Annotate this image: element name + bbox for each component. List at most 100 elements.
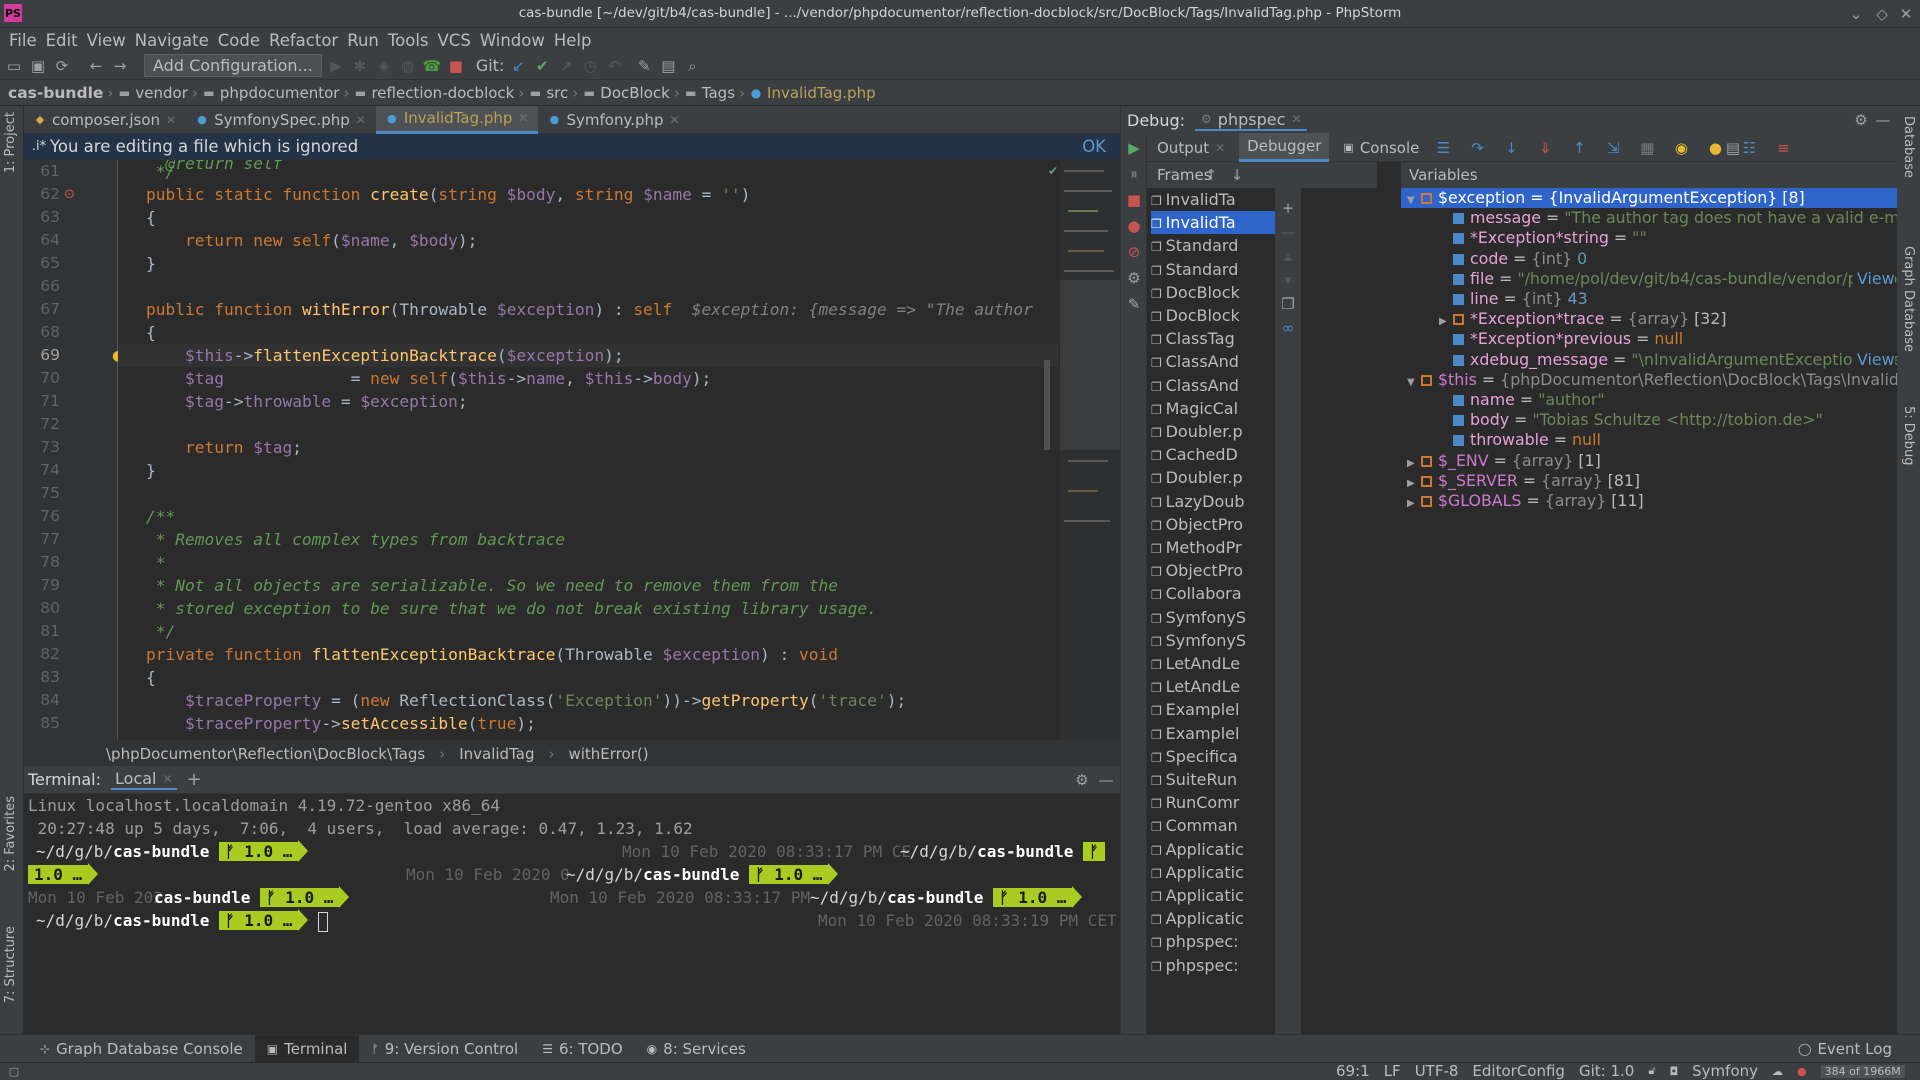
- step-over-icon[interactable]: ↷: [1467, 138, 1487, 158]
- git-rollback-icon[interactable]: ↶: [604, 56, 624, 76]
- lock-icon[interactable]: 🔓︎: [1648, 1064, 1655, 1078]
- frame-item[interactable]: ❐ InvalidTa: [1151, 211, 1275, 235]
- run-configuration-dropdown[interactable]: Add Configuration...: [144, 54, 322, 77]
- move-up-icon[interactable]: ▴: [1278, 246, 1298, 266]
- forward-icon[interactable]: →: [110, 56, 130, 76]
- pin-icon[interactable]: ✎: [1124, 294, 1144, 314]
- notifications-icon[interactable]: ☁: [1772, 1065, 1783, 1078]
- variable-row[interactable]: ▶ $_ENV = {array} [1]: [1401, 451, 1897, 471]
- debug-session-tab[interactable]: ⚙ phpspec ✕: [1195, 110, 1308, 131]
- expand-toggle-icon[interactable]: ▶: [1439, 312, 1453, 329]
- frame-up-icon[interactable]: ↑: [1201, 165, 1221, 185]
- crumb-phpdocumentor[interactable]: phpdocumentor: [220, 84, 340, 102]
- variable-row[interactable]: *Exception*string = "": [1401, 228, 1897, 248]
- frame-item[interactable]: ❐ InvalidTa: [1151, 188, 1275, 211]
- wrench-icon[interactable]: ✎: [634, 56, 654, 76]
- close-icon[interactable]: ✕: [356, 113, 366, 127]
- editorconfig-indicator[interactable]: EditorConfig: [1472, 1062, 1565, 1080]
- profile-icon[interactable]: ◍: [398, 56, 418, 76]
- run-to-cursor-icon[interactable]: ⇲: [1603, 138, 1623, 158]
- frame-item[interactable]: ❐ LetAndLe: [1151, 652, 1275, 675]
- close-icon[interactable]: ✕: [1896, 4, 1916, 24]
- error-icon[interactable]: ●: [1797, 1065, 1807, 1078]
- terminal-output[interactable]: Linux localhost.localdomain 4.19.72-gent…: [24, 794, 1120, 1034]
- frame-item[interactable]: ❐ Standard: [1151, 234, 1275, 257]
- expand-toggle-icon[interactable]: ▶: [1407, 474, 1421, 491]
- layout-icon[interactable]: ▤: [658, 56, 678, 76]
- view-link[interactable]: View: [1853, 349, 1895, 370]
- override-marker-icon[interactable]: ⊙: [64, 187, 75, 202]
- crumb-tags[interactable]: Tags: [702, 84, 735, 102]
- frame-item[interactable]: ❐ ClassTag: [1151, 327, 1275, 350]
- memory-indicator[interactable]: 384 of 1966M: [1820, 1064, 1905, 1078]
- frame-item[interactable]: ❐ MagicCal: [1151, 397, 1275, 420]
- variable-row[interactable]: ▼ $exception = {InvalidArgumentException}…: [1401, 188, 1897, 208]
- settings-icon[interactable]: ⚙: [1124, 268, 1144, 288]
- expand-toggle-icon[interactable]: ▼: [1407, 373, 1421, 390]
- pause-icon[interactable]: ⏸: [1124, 164, 1144, 184]
- menu-refactor[interactable]: Refactor: [269, 31, 338, 50]
- frame-item[interactable]: ❐ Applicatic: [1151, 884, 1275, 907]
- crumb-method[interactable]: withError(): [568, 745, 648, 763]
- evaluate-icon[interactable]: ▦: [1637, 138, 1657, 158]
- variable-row[interactable]: ▶ *Exception*trace = {array} [32]: [1401, 309, 1897, 329]
- git-update-icon[interactable]: ↙: [508, 56, 528, 76]
- crumb-reflection-docblock[interactable]: reflection-docblock: [371, 84, 514, 102]
- frame-item[interactable]: ❐ MethodPr: [1151, 536, 1275, 559]
- stop-icon[interactable]: ■: [1124, 190, 1144, 210]
- variable-row[interactable]: message = "The author tag does not have …: [1401, 208, 1897, 228]
- menu-code[interactable]: Code: [218, 31, 260, 50]
- terminal-button[interactable]: ▣ Terminal: [254, 1034, 360, 1063]
- tab-console[interactable]: ▣ Console: [1343, 139, 1419, 157]
- tab-output[interactable]: Output ✕: [1157, 139, 1225, 157]
- resume-icon[interactable]: ▶: [1124, 138, 1144, 158]
- frame-item[interactable]: ❐ Standard: [1151, 258, 1275, 281]
- move-down-icon[interactable]: ▾: [1278, 270, 1298, 290]
- services-button[interactable]: ◉ 8: Services: [635, 1035, 758, 1063]
- code-area[interactable]: @return self */ public static function c…: [118, 160, 1058, 740]
- menu-edit[interactable]: Edit: [46, 31, 78, 50]
- close-icon[interactable]: ✕: [162, 772, 172, 786]
- menu-icon[interactable]: ☰: [1433, 138, 1453, 158]
- frame-item[interactable]: ❐ ObjectPro: [1151, 513, 1275, 536]
- crumb-namespace[interactable]: \phpDocumentor\Reflection\DocBlock\Tags: [106, 745, 425, 763]
- crumb-vendor[interactable]: vendor: [135, 84, 187, 102]
- frame-item[interactable]: ❐ LetAndLe: [1151, 675, 1275, 698]
- crumb-docblock[interactable]: DocBlock: [600, 84, 670, 102]
- search-icon[interactable]: ⌕: [682, 56, 702, 76]
- crumb-file[interactable]: InvalidTag.php: [767, 84, 876, 102]
- stop-icon[interactable]: ■: [446, 56, 466, 76]
- gear-icon[interactable]: ⚙: [1072, 770, 1092, 790]
- menu-tools[interactable]: Tools: [388, 31, 429, 50]
- frame-item[interactable]: ❐ Comman: [1151, 814, 1275, 837]
- maximize-icon[interactable]: ◇: [1872, 4, 1892, 24]
- mute-breakpoints-icon[interactable]: ⊘: [1124, 242, 1144, 262]
- debug-icon[interactable]: ✱: [350, 56, 370, 76]
- close-icon[interactable]: ✕: [670, 113, 680, 127]
- variable-row[interactable]: ▶ $GLOBALS = {array} [11]: [1401, 491, 1897, 511]
- tab-symfony[interactable]: ● Symfony.php ✕: [538, 106, 689, 134]
- variable-row[interactable]: name = "author": [1401, 390, 1897, 410]
- editor-scrollbar[interactable]: [1044, 360, 1050, 450]
- favorites-tool-button[interactable]: 2: Favorites: [3, 796, 18, 872]
- back-icon[interactable]: ←: [86, 56, 106, 76]
- cursor-position[interactable]: 69:1: [1336, 1062, 1370, 1080]
- break-icon[interactable]: ◉: [1671, 138, 1691, 158]
- file-encoding[interactable]: UTF-8: [1415, 1062, 1459, 1080]
- git-push-icon[interactable]: ↗: [556, 56, 576, 76]
- variable-row[interactable]: ▶ $_SERVER = {array} [81]: [1401, 471, 1897, 491]
- structure-tool-button[interactable]: 7: Structure: [3, 926, 18, 1003]
- variable-row[interactable]: ▼ $this = {phpDocumentor\Reflection\DocBl…: [1401, 370, 1897, 390]
- debug-tool-button[interactable]: 5: Debug: [1901, 406, 1916, 466]
- event-log-button[interactable]: ◯ Event Log: [1786, 1035, 1904, 1063]
- variable-row[interactable]: body = "Tobias Schultze <http://tobion.d…: [1401, 410, 1897, 430]
- hide-icon[interactable]: —: [1873, 110, 1893, 130]
- frames-list[interactable]: ❐ InvalidTa ❐ InvalidTa ❐ Standard ❐ Standa…: [1147, 188, 1275, 1034]
- framework-indicator[interactable]: Symfony: [1692, 1062, 1758, 1080]
- expand-toggle-icon[interactable]: ▶: [1407, 454, 1421, 471]
- minimize-icon[interactable]: ⌄: [1846, 4, 1866, 24]
- copy-icon[interactable]: ❐: [1278, 294, 1298, 314]
- frame-item[interactable]: ❐ DocBlock: [1151, 304, 1275, 327]
- graph-database-tool-button[interactable]: Graph Database: [1901, 246, 1916, 352]
- coverage-icon[interactable]: ◈: [374, 56, 394, 76]
